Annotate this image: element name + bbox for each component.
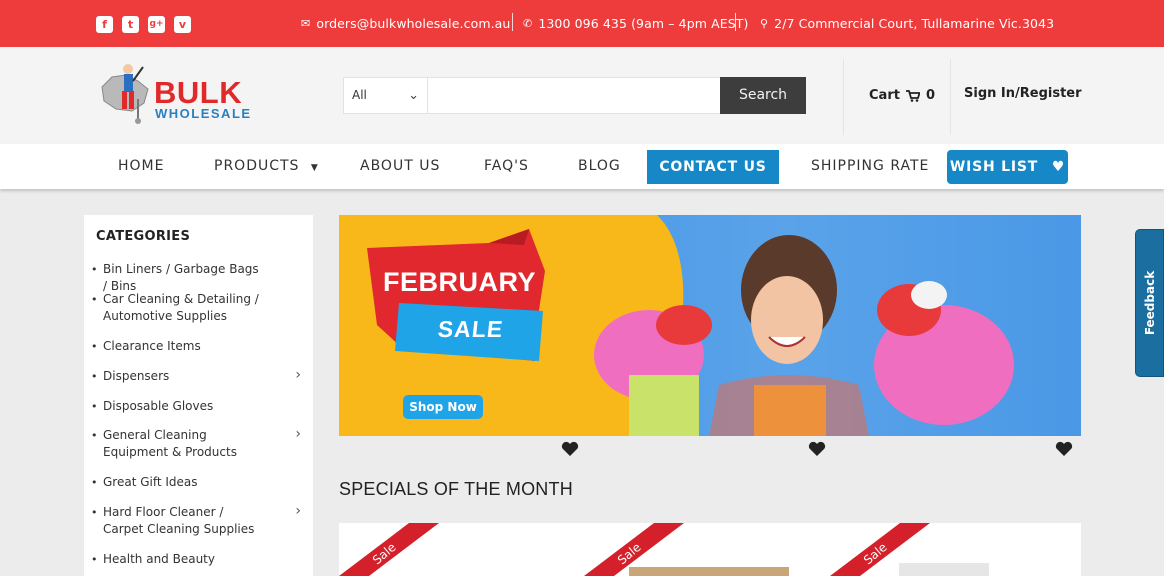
banner-title: FEBRUARY: [383, 267, 537, 297]
address-text: 2/7 Commercial Court, Tullamarine Vic.30…: [774, 16, 1055, 31]
category-item[interactable]: • Hard Floor Cleaner / Carpet Cleaning S…: [91, 503, 301, 538]
nav-home[interactable]: HOME: [118, 144, 164, 189]
google-plus-icon[interactable]: g+: [148, 16, 165, 33]
search-bar: All ⌄ Search: [343, 77, 806, 114]
bullet-icon: •: [91, 400, 98, 413]
search-category-select[interactable]: All ⌄: [344, 78, 428, 113]
nav-products[interactable]: PRODUCTS ▼: [214, 144, 319, 189]
categories-title: CATEGORIES: [96, 229, 191, 244]
category-label: Disposable Gloves: [103, 399, 214, 413]
chevron-right-icon[interactable]: ›: [295, 503, 301, 520]
sale-ribbon-icon: Sale: [339, 523, 439, 576]
product-image[interactable]: [899, 563, 989, 576]
top-bar: f t g+ v ✉ orders@bulkwholesale.com.au ✆…: [0, 0, 1164, 47]
search-button[interactable]: Search: [720, 77, 806, 114]
bullet-icon: •: [91, 429, 98, 442]
divider: [735, 13, 736, 31]
heart-icon[interactable]: [808, 441, 826, 457]
category-label: Clearance Items: [103, 339, 201, 353]
search-category-value: All: [352, 88, 367, 102]
nav-products-label: PRODUCTS: [214, 158, 300, 174]
logo-text-bulk: BULK: [154, 75, 243, 110]
category-item[interactable]: • Car Cleaning & Detailing / Automotive …: [91, 291, 301, 325]
chevron-right-icon[interactable]: ›: [295, 367, 301, 384]
social-links: f t g+ v: [96, 16, 191, 33]
nav-shipping[interactable]: SHIPPING RATE: [811, 144, 929, 189]
category-label: General Cleaning Equipment & Products: [103, 428, 237, 459]
bullet-icon: •: [91, 370, 98, 383]
category-label: Car Cleaning & Detailing / Automotive Su…: [103, 292, 259, 323]
shop-now-button[interactable]: Shop Now: [403, 395, 483, 419]
bullet-icon: •: [91, 506, 98, 519]
nav-contact[interactable]: CONTACT US: [647, 150, 779, 184]
category-label: Great Gift Ideas: [103, 475, 198, 489]
phone-link[interactable]: ✆ 1300 096 435 (9am – 4pm AEST): [523, 16, 748, 32]
bullet-icon: •: [91, 263, 98, 276]
email-link[interactable]: ✉ orders@bulkwholesale.com.au: [301, 16, 510, 32]
address-info: ⚲ 2/7 Commercial Court, Tullamarine Vic.…: [760, 16, 1054, 32]
heart-icon[interactable]: [561, 441, 579, 457]
bullet-icon: •: [91, 293, 98, 306]
specials-products: Sale Sale Sale: [339, 523, 1081, 576]
category-item[interactable]: • Clearance Items: [91, 338, 301, 355]
email-text: orders@bulkwholesale.com.au: [316, 16, 511, 31]
category-label: Hard Floor Cleaner / Carpet Cleaning Sup…: [103, 505, 255, 536]
site-logo[interactable]: BULK WHOLESALE: [98, 59, 268, 125]
chevron-down-icon: ⌄: [408, 88, 419, 103]
category-item[interactable]: • Health and Beauty: [91, 551, 301, 568]
caret-down-icon: ▼: [310, 163, 319, 173]
bullet-icon: •: [91, 340, 98, 353]
divider: [843, 59, 844, 135]
nav-faq[interactable]: FAQ'S: [484, 144, 529, 189]
specials-title: SPECIALS OF THE MONTH: [339, 479, 573, 499]
feedback-label: Feedback: [1142, 270, 1157, 336]
category-item[interactable]: • Disposable Gloves: [91, 398, 301, 415]
logo-mascot-icon: [101, 64, 149, 124]
divider: [950, 59, 951, 135]
banner-subtitle: SALE: [436, 316, 505, 342]
nav-wishlist-label: WISH LIST: [949, 159, 1039, 175]
site-header: BULK WHOLESALE All ⌄ Search Cart 0 Sign …: [0, 47, 1164, 144]
category-item[interactable]: • Dispensers ›: [91, 367, 301, 385]
category-label: Bin Liners / Garbage Bags / Bins: [103, 262, 259, 293]
category-item[interactable]: • General Cleaning Equipment & Products …: [91, 426, 301, 461]
cart-link[interactable]: Cart 0: [869, 87, 935, 105]
category-item[interactable]: • Great Gift Ideas: [91, 474, 301, 491]
phone-text: 1300 096 435 (9am – 4pm AEST): [538, 16, 749, 31]
bullet-icon: •: [91, 476, 98, 489]
category-label: Dispensers: [103, 369, 170, 383]
map-pin-icon: ⚲: [760, 17, 769, 30]
nav-wishlist[interactable]: WISH LIST ♥: [947, 150, 1068, 184]
cart-icon: [905, 90, 920, 102]
chevron-right-icon[interactable]: ›: [295, 426, 301, 443]
category-label: Health and Beauty: [103, 552, 215, 566]
facebook-icon[interactable]: f: [96, 16, 113, 33]
feedback-tab[interactable]: Feedback: [1135, 229, 1164, 377]
cart-count: 0: [925, 88, 935, 103]
divider: [512, 13, 513, 31]
nav-about[interactable]: ABOUT US: [360, 144, 440, 189]
twitter-icon[interactable]: t: [122, 16, 139, 33]
sign-in-register-link[interactable]: Sign In/Register: [964, 85, 1082, 103]
hero-banner[interactable]: FEBRUARY SALE Shop Now: [339, 215, 1081, 436]
phone-icon: ✆: [523, 17, 533, 30]
vimeo-icon[interactable]: v: [174, 16, 191, 33]
envelope-icon: ✉: [301, 17, 311, 30]
heart-icon[interactable]: [1055, 441, 1073, 457]
product-image[interactable]: [629, 567, 789, 576]
search-input[interactable]: [429, 78, 720, 113]
nav-blog[interactable]: BLOG: [578, 144, 621, 189]
bullet-icon: •: [91, 553, 98, 566]
main-nav: HOME PRODUCTS ▼ ABOUT US FAQ'S BLOG CONT…: [0, 144, 1164, 189]
logo-text-wholesale: WHOLESALE: [155, 106, 252, 121]
heart-icon: ♥: [1051, 159, 1066, 175]
cart-label: Cart: [869, 88, 900, 103]
category-item[interactable]: • Bin Liners / Garbage Bags / Bins: [91, 261, 301, 295]
categories-sidebar: CATEGORIES • Bin Liners / Garbage Bags /…: [84, 215, 313, 576]
